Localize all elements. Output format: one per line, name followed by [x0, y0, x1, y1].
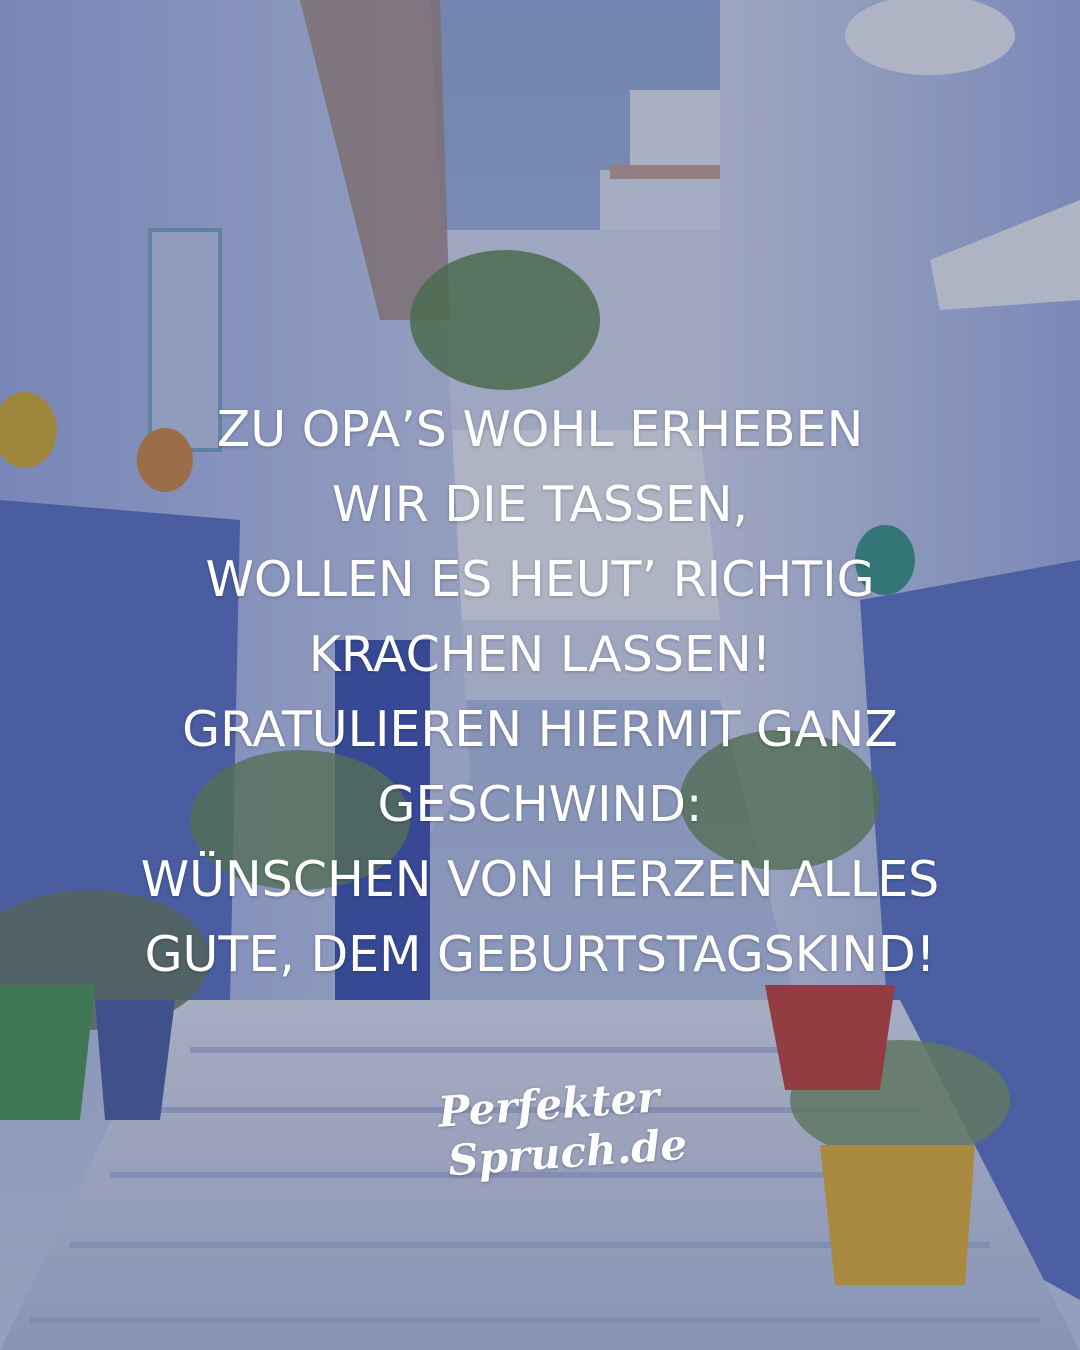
quote-line-3: WOLLEN ES HEUT’ RICHTIG: [205, 551, 875, 608]
quote-line-8: GUTE, DEM GEBURTSTAGSKIND!: [144, 926, 936, 983]
quote-line-7: WÜNSCHEN VON HERZEN ALLES: [140, 851, 940, 908]
birthday-quote: ZU OPA’S WOHL ERHEBEN WIR DIE TASSEN, WO…: [40, 392, 1040, 992]
quote-line-5: GRATULIEREN HIERMIT GANZ: [182, 701, 898, 758]
quote-line-1: ZU OPA’S WOHL ERHEBEN: [216, 401, 864, 458]
quote-line-2: WIR DIE TASSEN,: [331, 476, 749, 533]
quote-line-4: KRACHEN LASSEN!: [308, 626, 772, 683]
quote-line-6: GESCHWIND:: [377, 776, 703, 833]
perfekter-spruch-logo: Perfekter Spruch.de: [420, 1072, 689, 1190]
quote-card: ZU OPA’S WOHL ERHEBEN WIR DIE TASSEN, WO…: [0, 0, 1080, 1350]
